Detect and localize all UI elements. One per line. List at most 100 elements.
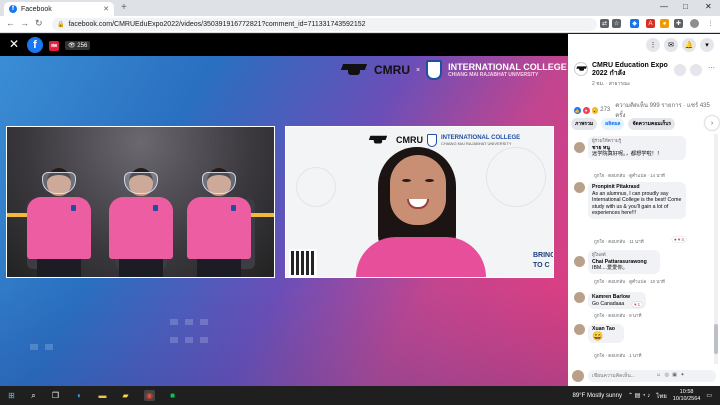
page-avatar[interactable] (574, 62, 588, 76)
reaction-count[interactable]: 273 (600, 107, 610, 113)
face-shield-icon (202, 172, 236, 194)
presenter-brand-cmru: CMRU (396, 135, 423, 145)
browser-tab-bar: f Facebook ✕ + — □ ✕ (0, 0, 720, 16)
menu-grid-icon[interactable]: ⋮ (646, 38, 660, 52)
like-reaction-icon: 👍 (574, 106, 581, 114)
comment-item: Xuan Tao 😄 ถูกใจ · ตอบกลับ · 1 นาที (574, 324, 714, 359)
post-stats: 👍 ♥ 😮 273 ความคิดเห็น 999 รายการ · แชร์ … (574, 100, 718, 120)
reload-icon[interactable]: ↻ (35, 18, 43, 29)
windows-start-icon[interactable]: ⊞ (6, 390, 17, 401)
new-tab-button[interactable]: + (121, 2, 127, 13)
back-arrow-icon[interactable]: ← (6, 18, 15, 28)
browser-tab[interactable]: f Facebook ✕ (4, 2, 114, 16)
commenter-avatar[interactable] (574, 142, 585, 153)
comment-tools-icons[interactable]: ☺ ◎ ▣ ✦ (656, 372, 686, 378)
clock[interactable]: 10:58 10/10/2564 (673, 389, 701, 403)
chrome-icon[interactable]: ◉ (144, 390, 155, 401)
love-reaction-icon: ♥ (582, 106, 590, 114)
weather-widget[interactable]: 89°F Mostly sunny (573, 393, 622, 399)
menu-kebab-icon[interactable]: ⋮ (706, 19, 715, 28)
comments-scrollbar[interactable] (714, 134, 718, 364)
address-bar: ← → ↻ 🔒 facebook.com/CMRUEduExpo2022/vid… (0, 16, 720, 33)
account-chevron-icon[interactable]: ▾ (700, 38, 714, 52)
tab-products[interactable]: ผลิตผล (601, 118, 625, 130)
presenter-ic-title: INTERNATIONAL COLLEGE (441, 134, 521, 141)
url-field[interactable]: 🔒 facebook.com/CMRUEduExpo2022/videos/35… (52, 18, 597, 31)
facebook-logo-icon[interactable]: f (27, 37, 43, 53)
live-video[interactable]: ✕ f สด 👁 256 CMRU × INTERNATIONAL COLLEG… (0, 34, 568, 386)
translate-icon[interactable]: ⇄ (600, 19, 609, 28)
comment-reactions[interactable]: ● ♥ 4 (672, 237, 686, 242)
folder-icon[interactable]: ▰ (120, 390, 131, 401)
brand-ic-title: INTERNATIONAL COLLEGE (448, 61, 567, 72)
presenter-shirt (356, 237, 486, 277)
edge-browser-icon[interactable]: ◐ (74, 390, 85, 401)
video-close-icon[interactable]: ✕ (9, 37, 19, 51)
presenter-face (390, 155, 446, 225)
extension-icon[interactable]: ● (660, 19, 669, 28)
profile-avatar[interactable] (690, 19, 699, 28)
clock-date: 10/10/2564 (672, 395, 701, 402)
window-close-button[interactable]: ✕ (705, 2, 712, 11)
presenter-video-frame: CMRU INTERNATIONAL COLLEGE CHIANG MAI RA… (285, 126, 554, 278)
language-indicator[interactable]: ไทย (656, 391, 667, 401)
tray-icons[interactable]: ⌃ ▤ ◔ ♪ (628, 392, 650, 399)
presenter-ic-subtitle: CHIANG MAI RAJABHAT UNIVERSITY (441, 140, 512, 146)
minimize-button[interactable]: — (660, 2, 668, 11)
commenter-avatar[interactable] (574, 182, 585, 193)
messenger-icon[interactable]: ✉ (664, 38, 678, 52)
maximize-button[interactable]: □ (683, 2, 688, 11)
comment-actions[interactable]: ถูกใจ · ตอบกลับ · 9 นาที (594, 312, 641, 319)
bring-text: BRING TO C (533, 252, 554, 269)
student-person (187, 168, 251, 277)
comment-item: Pronpinit Pitakrasd As an alumnus, I can… (574, 182, 714, 248)
notifications-icon[interactable]: ▭ (706, 392, 712, 399)
post-time: 2 ชม. · สาธารณะ (592, 81, 631, 87)
comment-text: IBM....爱爱你。 (592, 265, 628, 271)
comment-item: Kamren Barlow Go Canadaaa ♥ 1 ถูกใจ · ตอบ… (574, 292, 714, 319)
more-options-icon[interactable]: ⋯ (708, 64, 715, 72)
post-header: CMRU Education Expo 2022 กำลัง 2 ชม. · ส… (574, 62, 716, 96)
pdf-extension-icon[interactable]: A (646, 19, 655, 28)
save-icon[interactable] (690, 64, 702, 76)
commenter-avatar[interactable] (574, 292, 585, 303)
task-view-icon[interactable]: ❐ (50, 390, 61, 401)
search-icon[interactable]: ⌕ (28, 390, 39, 401)
tab-close-icon[interactable]: ✕ (103, 5, 109, 13)
student-person (27, 168, 91, 277)
file-explorer-icon[interactable]: ▬ (97, 390, 108, 401)
comment-actions[interactable]: ถูกใจ · ตอบกลับ · ดูคำแปล · 10 นาที (594, 278, 665, 285)
line-app-icon[interactable]: ■ (167, 390, 178, 401)
university-shield-icon (426, 60, 443, 80)
extension-icon[interactable]: ◆ (630, 19, 639, 28)
windows-taskbar: ⊞ ⌕ ❐ ◐ ▬ ▰ ◉ ■ 89°F Mostly sunny ⌃ ▤ ◔ … (0, 386, 720, 405)
comment-share-counts[interactable]: ความคิดเห็น 999 รายการ · แชร์ 435 ครั้ง (615, 100, 718, 120)
brand-separator: × (416, 66, 421, 74)
comment-actions[interactable]: ถูกใจ · ตอบกลับ · 1 นาที (594, 352, 641, 359)
puzzle-icon[interactable]: ✚ (674, 19, 683, 28)
forward-arrow-icon[interactable]: → (20, 18, 29, 28)
notifications-icon[interactable]: 🔔 (682, 38, 696, 52)
user-avatar[interactable] (572, 370, 584, 382)
comment-actions[interactable]: ถูกใจ · ตอบกลับ · 11 นาที (594, 238, 644, 245)
page-name[interactable]: CMRU Education Expo 2022 กำลัง (592, 62, 672, 78)
comment-actions[interactable]: ถูกใจ · ตอบกลับ · ดูคำแปล · 14 นาที (594, 172, 665, 179)
comment-reactions[interactable]: ♥ 1 (632, 302, 643, 307)
commenter-avatar[interactable] (574, 256, 585, 267)
system-tray: 89°F Mostly sunny ⌃ ▤ ◔ ♪ ไทย 10:58 10/1… (573, 386, 720, 405)
sidebar-tabs: ภาพรวม ผลิตผล จัดความคอมเก็บร (571, 118, 720, 130)
comment-text: Go Canadaaa (592, 300, 625, 307)
comment-item: ผู้โพสต์ Chai Pattarasurawong IBM....爱爱你… (574, 250, 714, 285)
notify-bell-icon[interactable] (674, 64, 686, 76)
comment-reaction-count: 4 (681, 237, 684, 242)
tab-overview[interactable]: ภาพรวม (571, 118, 598, 130)
commenter-avatar[interactable] (574, 324, 585, 335)
comment-text: 😄 (592, 330, 604, 341)
comment-input[interactable] (588, 370, 716, 382)
bookmark-star-icon[interactable]: ☆ (612, 19, 621, 28)
video-top-bar: ✕ f สด 👁 256 (0, 34, 568, 56)
chevron-right-icon[interactable]: › (705, 116, 719, 130)
tab-saved[interactable]: จัดความคอมเก็บร (628, 118, 676, 130)
qr-code-icon (289, 249, 317, 277)
comment-reaction-count: 1 (637, 302, 641, 307)
